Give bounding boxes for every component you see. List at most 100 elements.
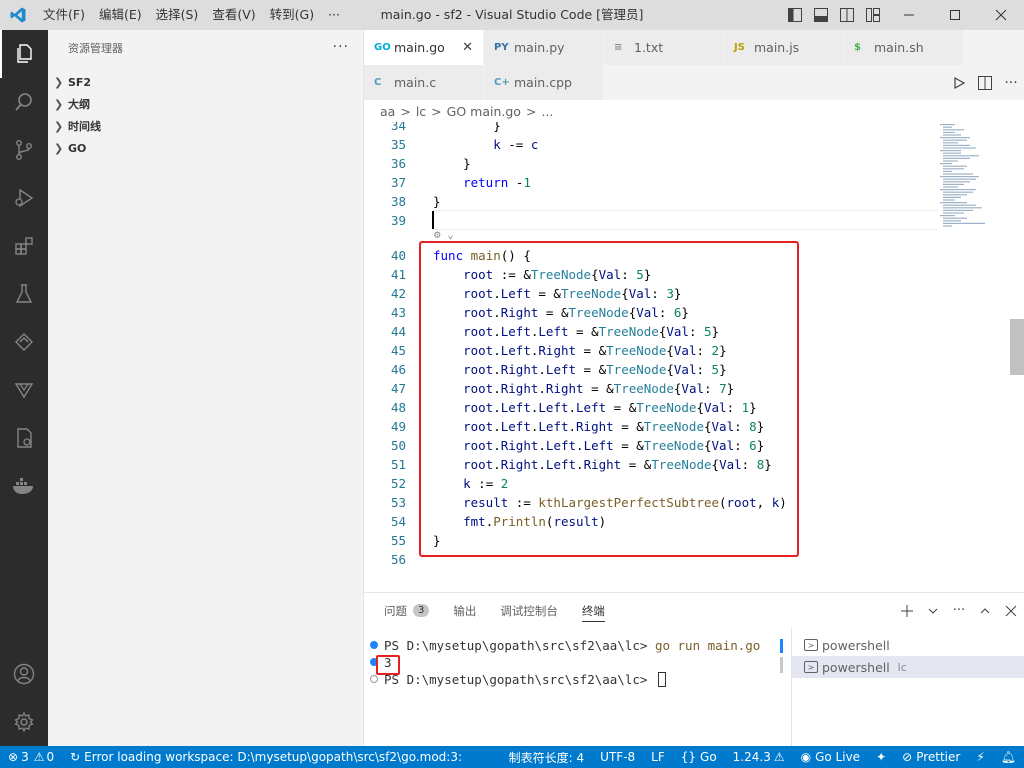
docker-icon[interactable]	[0, 462, 48, 510]
go-live-label: Go Live	[815, 750, 861, 764]
customize-layout-icon[interactable]	[860, 0, 886, 30]
copilot-icon[interactable]: ⚡	[968, 750, 992, 764]
search-icon[interactable]	[0, 78, 48, 126]
prettier-status[interactable]: ⊘ Prettier	[894, 750, 968, 764]
sidebar-section-go[interactable]: ❯ GO	[48, 137, 363, 159]
eol-status[interactable]: LF	[643, 750, 673, 764]
sidebar-more-icon[interactable]: ···	[333, 39, 349, 55]
maximize-panel-icon[interactable]	[972, 605, 998, 617]
minimap-line	[940, 176, 979, 178]
tab-size-status[interactable]: 制表符长度: 4	[501, 749, 593, 766]
go-live-status[interactable]: ◉ Go Live	[793, 750, 868, 764]
close-window-button[interactable]	[978, 0, 1024, 30]
testing-flask-icon[interactable]	[0, 270, 48, 318]
breadcrumb-main-go[interactable]: GO main.go	[447, 104, 521, 119]
menu-go[interactable]: 转到(G)	[263, 0, 321, 30]
encoding-status[interactable]: UTF-8	[592, 750, 643, 764]
terminal-item-powershell-lc[interactable]: > powershell lc	[792, 656, 1024, 678]
menu-file[interactable]: 文件(F)	[36, 0, 92, 30]
editor-actions: ···	[946, 65, 1024, 100]
go-version-status[interactable]: 1.24.3 ⚠	[725, 750, 793, 764]
line-number: 44	[390, 324, 406, 339]
minimap-line	[943, 139, 967, 141]
code-line[interactable]: 36 }	[364, 154, 1024, 173]
sidebar-section-timeline[interactable]: ❯ 时间线	[48, 115, 363, 137]
tab-1-txt[interactable]: ≡ 1.txt	[604, 30, 724, 65]
minimap-line	[943, 157, 970, 159]
more-actions-icon[interactable]: ···	[998, 75, 1024, 91]
breadcrumb-separator: >	[431, 103, 442, 119]
terminal-scrollbar[interactable]	[780, 639, 784, 679]
maximize-button[interactable]	[932, 0, 978, 30]
code-line[interactable]: 37 return -1	[364, 173, 1024, 192]
account-icon[interactable]	[0, 650, 48, 698]
language-status[interactable]: {} Go	[673, 750, 725, 764]
problems-status[interactable]: ⊗ 3 ⚠ 0	[0, 750, 62, 764]
tab-terminal[interactable]: 终端	[581, 593, 605, 628]
line-number: 56	[390, 552, 406, 567]
command-success-dot-icon	[370, 641, 378, 649]
chevron-down-icon[interactable]	[920, 606, 946, 616]
code-action-icon[interactable]: ⚙ ⌄	[434, 228, 454, 241]
minimap[interactable]	[938, 122, 1002, 242]
more-actions-icon[interactable]: ···	[946, 603, 972, 618]
line-number: 36	[390, 156, 406, 171]
menu-more[interactable]: ···	[321, 0, 347, 30]
extensions-icon[interactable]	[0, 222, 48, 270]
manage-gear-icon[interactable]	[0, 698, 48, 746]
editor-scrollbar[interactable]	[1010, 319, 1024, 375]
terminal-item-powershell[interactable]: > powershell	[792, 634, 1024, 656]
close-panel-icon[interactable]	[998, 605, 1024, 617]
breadcrumb-more[interactable]: ...	[541, 104, 553, 119]
tab-main-c[interactable]: C main.c	[364, 65, 484, 100]
notifications-bell-icon[interactable]: 🔔︎	[993, 750, 1024, 764]
minimap-line	[943, 142, 958, 144]
tab-label: 输出	[453, 603, 477, 618]
sidebar-section-outline[interactable]: ❯ 大纲	[48, 93, 363, 115]
menu-view[interactable]: 查看(V)	[205, 0, 262, 30]
code-line[interactable]: 35 k -= c	[364, 135, 1024, 154]
tab-main-sh[interactable]: $ main.sh	[844, 30, 964, 65]
run-debug-icon[interactable]	[0, 174, 48, 222]
minimap-line	[943, 126, 952, 128]
workspace-error-status[interactable]: ↻ Error loading workspace: D:\mysetup\gop…	[62, 750, 462, 764]
activity-bar	[0, 30, 48, 746]
breadcrumb-lc[interactable]: lc	[416, 104, 426, 119]
error-icon: ⊗	[8, 750, 19, 764]
tab-debug-console[interactable]: 调试控制台	[500, 593, 558, 628]
minimap-line	[943, 170, 952, 172]
line-number: 48	[390, 400, 406, 415]
tab-main-cpp[interactable]: C+ main.cpp	[484, 65, 604, 100]
split-editor-icon[interactable]	[972, 75, 998, 91]
docker-status-icon[interactable]: ✦	[868, 750, 894, 764]
breadcrumb-aa[interactable]: aa	[380, 104, 395, 119]
remote-explorer-icon[interactable]	[0, 318, 48, 366]
gitlens-icon[interactable]	[0, 366, 48, 414]
menu-edit[interactable]: 编辑(E)	[92, 0, 149, 30]
tab-main-go[interactable]: GO main.go ✕	[364, 30, 484, 65]
code-editor[interactable]: 34 } 35 k -= c 36 } 37 return -1 38} 39 40 func…	[364, 122, 1024, 592]
run-file-icon[interactable]	[946, 76, 972, 90]
source-control-icon[interactable]	[0, 126, 48, 174]
code-line[interactable]: 38}	[364, 192, 1024, 211]
code-line[interactable]: 34 }	[364, 122, 1024, 135]
toggle-panel-icon[interactable]	[808, 0, 834, 30]
explorer-icon[interactable]	[0, 30, 48, 78]
menu-selection[interactable]: 选择(S)	[149, 0, 206, 30]
status-message: Error loading workspace: D:\mysetup\gopa…	[84, 750, 463, 764]
line-number: 45	[390, 343, 406, 358]
minimize-button[interactable]	[886, 0, 932, 30]
new-terminal-icon[interactable]	[894, 604, 920, 617]
explorer-sidebar: 资源管理器 ··· ❯ SF2 ❯ 大纲 ❯ 时间线 ❯ GO	[48, 30, 364, 746]
toggle-sidebar-icon[interactable]	[782, 0, 808, 30]
tab-main-js[interactable]: JS main.js	[724, 30, 844, 65]
tab-main-py[interactable]: PY main.py	[484, 30, 604, 65]
minimap-line	[940, 124, 955, 126]
terminal-output[interactable]: PS D:\mysetup\gopath\src\sf2\aa\lc> go r…	[364, 637, 784, 688]
toggle-secondary-sidebar-icon[interactable]	[834, 0, 860, 30]
settings-sync-icon[interactable]	[0, 414, 48, 462]
sidebar-section-sf2[interactable]: ❯ SF2	[48, 71, 363, 93]
close-tab-icon[interactable]: ✕	[462, 40, 473, 55]
tab-output[interactable]: 输出	[453, 593, 476, 628]
tab-problems[interactable]: 问题 3	[384, 593, 430, 628]
